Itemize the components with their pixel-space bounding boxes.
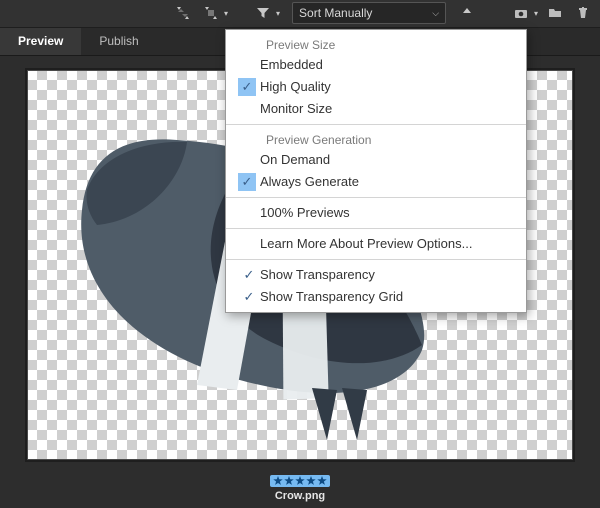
folder-icon [547,5,563,21]
tab-label: Preview [18,34,63,48]
menu-item-show-transparency[interactable]: ✓ Show Transparency [226,264,526,286]
menu-item-label: High Quality [260,79,512,94]
star-icon [273,476,283,486]
menu-item-label: Show Transparency Grid [260,289,512,304]
rotate-ccw-button[interactable] [172,2,194,24]
menu-section-header: Preview Generation [226,129,526,149]
star-icon [284,476,294,486]
menu-item-high-quality[interactable]: ✓ High Quality [226,76,526,98]
arrow-up-icon [459,5,475,21]
tab-label: Publish [99,34,138,48]
tab-preview[interactable]: Preview [0,28,81,55]
menu-item-label: Learn More About Preview Options... [260,236,512,251]
open-recent-button[interactable] [510,2,532,24]
preview-options-menu: Preview Size Embedded ✓ High Quality Mon… [225,29,527,313]
toolbar-right-group: ▾ [510,2,594,24]
menu-separator [226,124,526,125]
menu-separator [226,228,526,229]
menu-item-100-percent-previews[interactable]: 100% Previews [226,202,526,224]
content-area: Preview Size Embedded ✓ High Quality Mon… [0,56,600,470]
menu-separator [226,197,526,198]
chevron-down-icon[interactable]: ▾ [276,9,280,18]
sort-ascending-button[interactable] [456,2,478,24]
sort-dropdown-label: Sort Manually [299,6,372,20]
chevron-down-icon[interactable]: ▾ [534,9,538,18]
menu-item-label: Monitor Size [260,101,512,116]
rating-stars[interactable] [270,475,330,487]
menu-separator [226,259,526,260]
checkmark-icon: ✓ [238,78,256,96]
menu-item-label: 100% Previews [260,205,512,220]
new-folder-button[interactable] [544,2,566,24]
chevron-down-icon[interactable]: ▾ [224,9,228,18]
checkmark-icon: ✓ [238,267,260,283]
sort-dropdown[interactable]: Sort Manually ⌵ [292,2,446,24]
menu-item-always-generate[interactable]: ✓ Always Generate [226,171,526,193]
delete-button[interactable] [572,2,594,24]
menu-item-label: On Demand [260,152,512,167]
menu-section-header: Preview Size [226,34,526,54]
checkmark-icon: ✓ [238,173,256,191]
menu-item-label: Show Transparency [260,267,512,282]
filename-label: Crow.png [275,490,325,502]
rotate-cw-button[interactable] [200,2,222,24]
main-toolbar: ▾ ▾ Sort Manually ⌵ ▾ [0,0,600,28]
menu-item-show-transparency-grid[interactable]: ✓ Show Transparency Grid [226,286,526,308]
menu-item-monitor-size[interactable]: Monitor Size [226,98,526,120]
tab-publish[interactable]: Publish [81,28,156,55]
rotate-cw-icon [203,5,219,21]
menu-item-learn-more[interactable]: Learn More About Preview Options... [226,233,526,255]
camera-icon [513,5,529,21]
funnel-icon [255,5,271,21]
star-icon [317,476,327,486]
app-window: ▾ ▾ Sort Manually ⌵ ▾ Pr [0,0,600,508]
menu-item-label: Always Generate [260,174,512,189]
checkmark-icon: ✓ [238,289,260,305]
star-icon [306,476,316,486]
rotate-ccw-icon [175,5,191,21]
chevron-down-icon: ⌵ [432,8,439,19]
menu-item-label: Embedded [260,57,512,72]
menu-item-on-demand[interactable]: On Demand [226,149,526,171]
star-icon [295,476,305,486]
file-info-bar: Crow.png [0,470,600,508]
menu-item-embedded[interactable]: Embedded [226,54,526,76]
filter-button[interactable] [252,2,274,24]
trash-icon [575,5,591,21]
